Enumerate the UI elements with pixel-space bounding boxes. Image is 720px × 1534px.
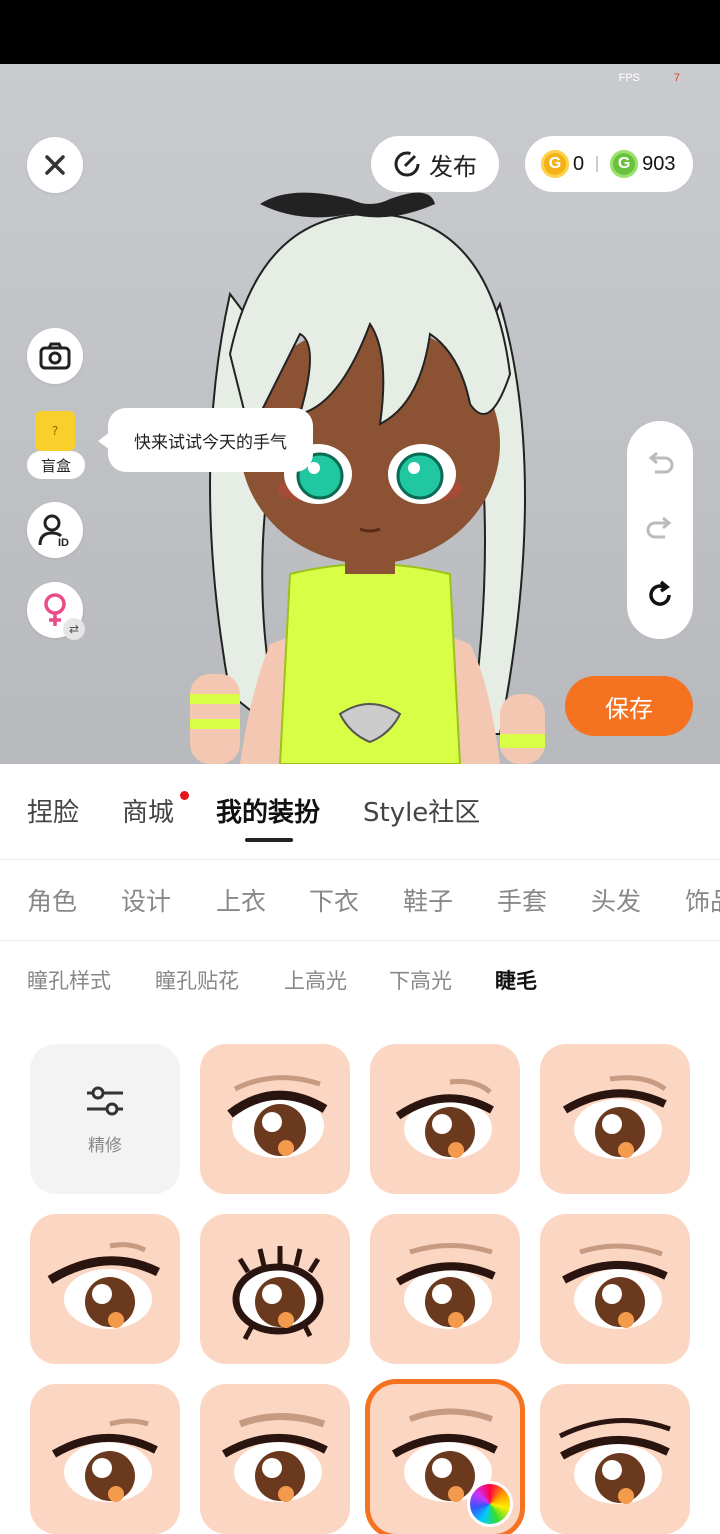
eyelash-option[interactable]: [30, 1214, 180, 1364]
eyelash-option[interactable]: [540, 1384, 690, 1534]
gold-count: 0: [573, 152, 585, 175]
eyelash-option[interactable]: [540, 1214, 690, 1364]
eye-style-icon: [562, 1075, 667, 1159]
category-tabs: 角色 设计 上衣 下衣 鞋子 手套 头发 饰品: [0, 860, 720, 941]
svg-text:ID: ID: [58, 537, 69, 547]
tab-upper-highlight[interactable]: 上高光: [284, 965, 347, 995]
eyelash-option[interactable]: [540, 1044, 690, 1194]
main-tabs: 捏脸 商城 我的装扮 Style社区: [0, 764, 720, 860]
sub-tabs: 瞳孔样式 瞳孔贴花 上高光 下高光 睫毛: [0, 941, 720, 1021]
publish-icon: [394, 151, 420, 177]
close-icon: [45, 155, 65, 175]
tab-pupil-decal[interactable]: 瞳孔贴花: [155, 965, 239, 995]
tab-face[interactable]: 捏脸: [27, 792, 79, 829]
save-button[interactable]: 保存: [565, 676, 693, 736]
eye-style-icon: [47, 1242, 160, 1329]
fine-tune-button[interactable]: 精修: [30, 1044, 180, 1194]
history-panel: [627, 421, 693, 639]
camera-icon: [39, 342, 71, 370]
currency-display[interactable]: G 0 G 903: [525, 136, 693, 192]
eyelash-option[interactable]: [370, 1214, 520, 1364]
eyelash-option[interactable]: [200, 1044, 350, 1194]
eyelash-option[interactable]: [200, 1214, 350, 1364]
tab-role[interactable]: 角色: [27, 882, 77, 918]
tab-hair[interactable]: 头发: [591, 882, 641, 918]
eye-style-icon: [221, 1413, 328, 1502]
tab-style-community[interactable]: Style社区: [363, 792, 480, 829]
gender-switch-button[interactable]: ⇄: [27, 582, 85, 640]
tab-bottoms[interactable]: 下衣: [309, 882, 359, 918]
fps-label: FPS: [618, 72, 640, 84]
eye-style-icon: [562, 1243, 668, 1329]
eyelash-option[interactable]: [200, 1384, 350, 1534]
user-id-icon: ID: [38, 514, 69, 547]
gold-coin-icon: G: [541, 150, 569, 178]
eyelash-option[interactable]: [370, 1044, 520, 1194]
tab-design[interactable]: 设计: [121, 882, 171, 918]
eye-style-icon: [558, 1418, 671, 1504]
eyelash-option[interactable]: [30, 1384, 180, 1534]
notification-dot: [180, 791, 189, 800]
avatar-viewport[interactable]: FPS 7 发布 G 0 G 903 ? 盲盒 快来试试今天的手气 ID ⇄ 保…: [0, 64, 720, 764]
fine-tune-label: 精修: [88, 1135, 122, 1156]
green-count: 903: [642, 152, 676, 175]
blind-box-label: 盲盒: [27, 451, 85, 479]
swap-icon: ⇄: [63, 618, 85, 640]
eye-style-icon: [232, 1246, 324, 1341]
tab-my-outfits[interactable]: 我的装扮: [216, 792, 320, 829]
camera-button[interactable]: [27, 328, 83, 384]
tab-eyelashes[interactable]: 睫毛: [495, 965, 537, 995]
blind-box-button[interactable]: ? 盲盒: [27, 409, 87, 479]
undo-icon[interactable]: [645, 450, 675, 480]
sliders-icon: [87, 1086, 123, 1115]
fps-value: 7: [673, 72, 680, 84]
eye-style-icon: [395, 1079, 494, 1159]
tip-bubble: 快来试试今天的手气: [98, 408, 313, 472]
redo-icon[interactable]: [645, 515, 675, 545]
eye-style-icon: [51, 1418, 158, 1502]
close-button[interactable]: [27, 137, 83, 193]
status-bar: [0, 0, 720, 64]
blind-box-icon: ?: [35, 411, 75, 451]
tab-shoes[interactable]: 鞋子: [403, 882, 453, 918]
green-coin-icon: G: [610, 150, 639, 178]
tab-tops[interactable]: 上衣: [216, 882, 266, 918]
tab-lower-highlight[interactable]: 下高光: [389, 965, 452, 995]
tab-accessories[interactable]: 饰品: [685, 882, 720, 918]
tab-pupil-style[interactable]: 瞳孔样式: [27, 965, 111, 995]
tab-shop[interactable]: 商城: [122, 792, 174, 829]
publish-button[interactable]: 发布: [371, 136, 499, 192]
tab-gloves[interactable]: 手套: [497, 882, 547, 918]
avatar-id-button[interactable]: ID: [27, 502, 83, 558]
color-picker-icon[interactable]: [467, 1481, 513, 1527]
publish-label: 发布: [429, 152, 477, 181]
eye-style-icon: [227, 1075, 328, 1158]
active-tab-indicator: [245, 838, 293, 842]
reset-icon[interactable]: [645, 580, 675, 610]
currency-divider: [596, 156, 599, 172]
eye-style-icon: [395, 1243, 496, 1329]
